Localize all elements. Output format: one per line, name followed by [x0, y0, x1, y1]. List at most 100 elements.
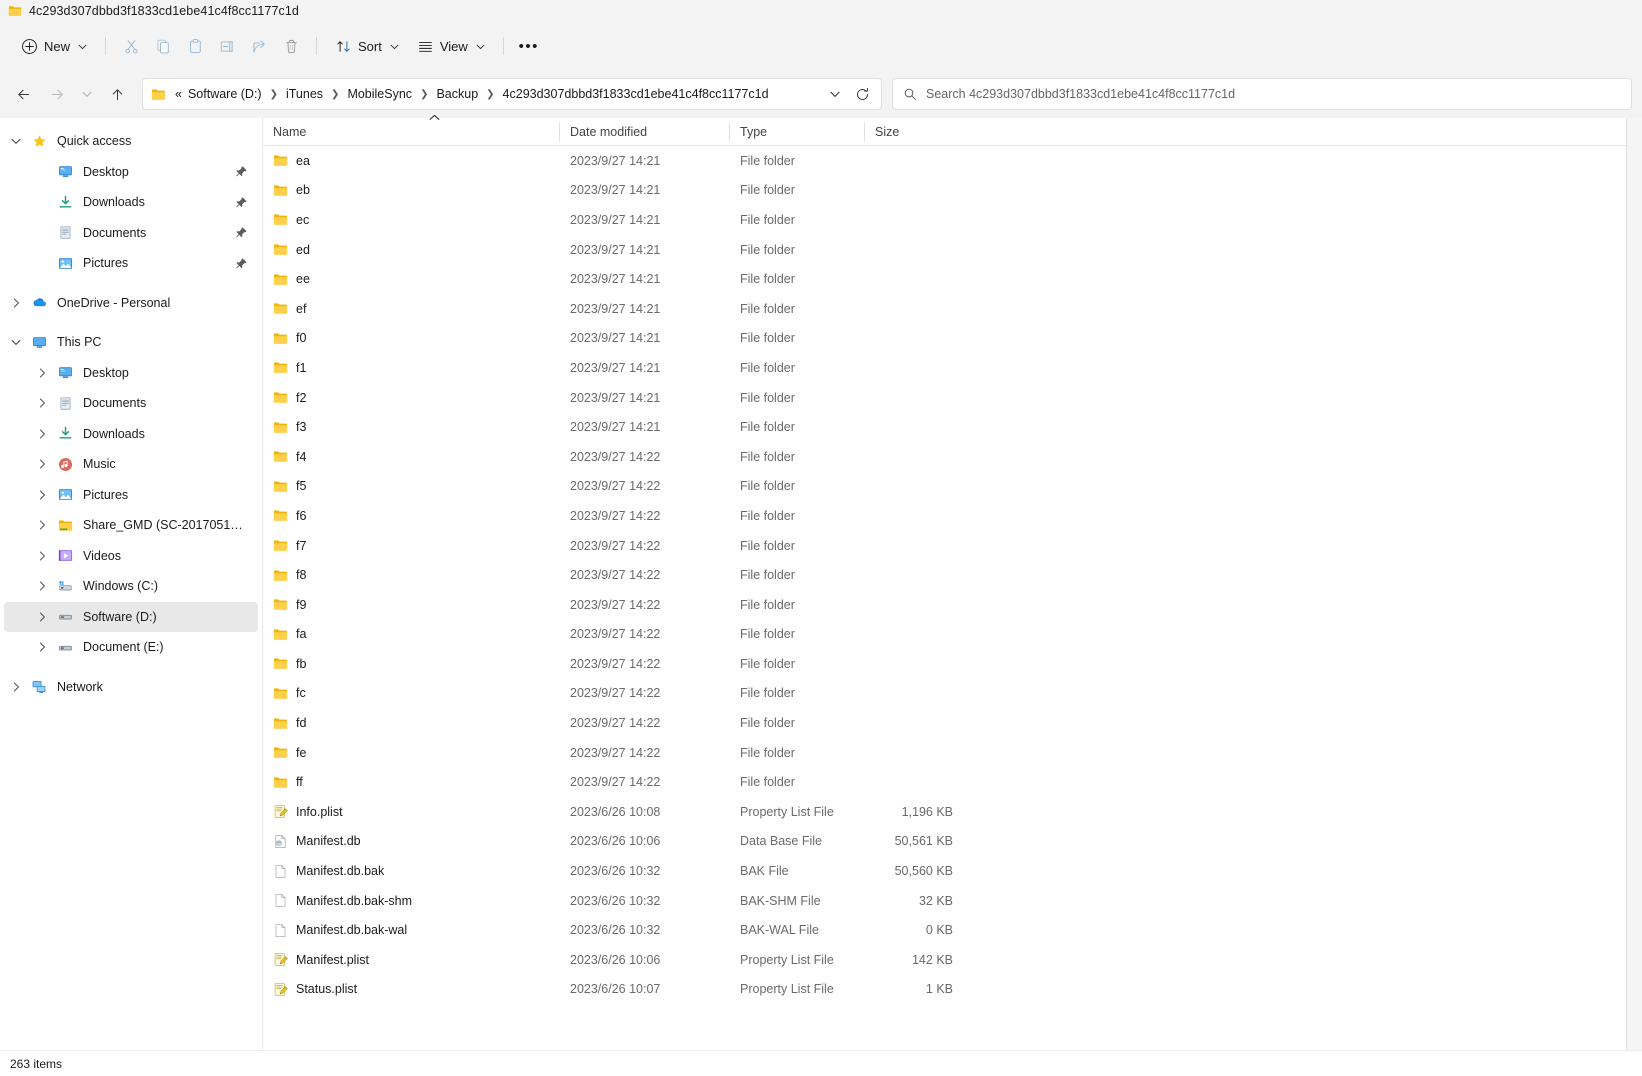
sidebar-item-downloads[interactable]: Downloads	[4, 419, 258, 450]
column-header-size[interactable]: Size	[865, 118, 965, 146]
back-button[interactable]	[6, 78, 40, 110]
chevron-down-icon[interactable]	[4, 138, 28, 145]
pin-icon[interactable]	[235, 165, 248, 178]
sidebar-item-software-d[interactable]: Software (D:)	[4, 601, 258, 632]
sidebar-item-pictures[interactable]: Pictures	[4, 480, 258, 511]
file-row[interactable]: fc 2023/9/27 14:22 File folder	[263, 679, 1642, 709]
address-bar[interactable]: « Software (D:) ❯ iTunes ❯ MobileSync ❯ …	[142, 78, 882, 110]
sidebar-item-documents[interactable]: Documents	[4, 218, 258, 249]
file-row[interactable]: Manifest.db.bak-shm 2023/6/26 10:32 BAK-SH…	[263, 886, 1642, 916]
file-row[interactable]: ff 2023/9/27 14:22 File folder	[263, 767, 1642, 797]
file-row[interactable]: Manifest.db 2023/6/26 10:06 Data Base File…	[263, 827, 1642, 857]
sidebar-item-documents[interactable]: Documents	[4, 388, 258, 419]
sidebar-item-music[interactable]: Music	[4, 449, 258, 480]
file-row[interactable]: Info.plist 2023/6/26 10:08 Property List F…	[263, 797, 1642, 827]
cut-button[interactable]	[115, 30, 147, 62]
sidebar-item-document-e[interactable]: Document (E:)	[4, 632, 258, 663]
breadcrumb-separator-icon[interactable]: ❯	[481, 89, 499, 100]
file-rows-container[interactable]: ea 2023/9/27 14:21 File folder eb 2023/9/27 …	[263, 146, 1642, 1050]
chevron-right-icon[interactable]	[30, 398, 54, 408]
file-row[interactable]: fb 2023/9/27 14:22 File folder	[263, 649, 1642, 679]
file-row[interactable]: f1 2023/9/27 14:21 File folder	[263, 353, 1642, 383]
file-row[interactable]: Manifest.db.bak 2023/6/26 10:32 BAK File 50…	[263, 856, 1642, 886]
sidebar-item-share-gmd-sc-201705161005[interactable]: Share_GMD (SC-201705161005)	[4, 510, 258, 541]
sidebar-item-videos[interactable]: Videos	[4, 541, 258, 572]
file-row[interactable]: f3 2023/9/27 14:21 File folder	[263, 412, 1642, 442]
column-header-type[interactable]: Type	[730, 118, 865, 146]
pin-icon[interactable]	[235, 196, 248, 209]
chevron-right-icon[interactable]	[4, 298, 28, 308]
file-row[interactable]: f4 2023/9/27 14:22 File folder	[263, 442, 1642, 472]
more-options-button[interactable]: •••	[513, 30, 545, 62]
file-row[interactable]: ef 2023/9/27 14:21 File folder	[263, 294, 1642, 324]
navigation-pane[interactable]: Quick access Desktop Downloads Documents Pic…	[0, 118, 262, 1050]
file-name-cell: fb	[263, 656, 560, 671]
breadcrumb-item-2[interactable]: MobileSync	[344, 85, 415, 103]
up-button[interactable]	[100, 78, 134, 110]
breadcrumb-separator-icon[interactable]: ❯	[265, 89, 283, 100]
chevron-right-icon[interactable]	[30, 551, 54, 561]
file-row[interactable]: ed 2023/9/27 14:21 File folder	[263, 235, 1642, 265]
chevron-right-icon[interactable]	[30, 459, 54, 469]
sidebar-item-downloads[interactable]: Downloads	[4, 187, 258, 218]
rename-button[interactable]	[211, 30, 243, 62]
breadcrumb-item-1[interactable]: iTunes	[283, 85, 326, 103]
share-button[interactable]	[243, 30, 275, 62]
file-row[interactable]: Manifest.db.bak-wal 2023/6/26 10:32 BAK-WA…	[263, 915, 1642, 945]
search-input[interactable]: Search 4c293d307dbbd3f1833cd1ebe41c4f8cc…	[892, 78, 1632, 110]
file-row[interactable]: fe 2023/9/27 14:22 File folder	[263, 738, 1642, 768]
recent-locations-button[interactable]	[74, 78, 100, 110]
chevron-right-icon[interactable]	[30, 520, 54, 530]
chevron-right-icon[interactable]	[30, 612, 54, 622]
file-row[interactable]: f0 2023/9/27 14:21 File folder	[263, 324, 1642, 354]
file-row[interactable]: f7 2023/9/27 14:22 File folder	[263, 531, 1642, 561]
forward-button[interactable]	[40, 78, 74, 110]
copy-button[interactable]	[147, 30, 179, 62]
sidebar-item-windows-c[interactable]: Windows (C:)	[4, 571, 258, 602]
sidebar-item-pictures[interactable]: Pictures	[4, 248, 258, 279]
breadcrumb-item-4[interactable]: 4c293d307dbbd3f1833cd1ebe41c4f8cc1177c1d	[500, 85, 772, 103]
refresh-button[interactable]	[847, 81, 877, 107]
sidebar-item-this-pc[interactable]: This PC	[4, 327, 258, 358]
chevron-right-icon[interactable]	[30, 368, 54, 378]
chevron-down-icon[interactable]	[4, 339, 28, 346]
chevron-right-icon[interactable]	[30, 642, 54, 652]
chevron-right-icon[interactable]	[30, 429, 54, 439]
breadcrumb-item-0[interactable]: Software (D:)	[185, 85, 265, 103]
file-row[interactable]: f6 2023/9/27 14:22 File folder	[263, 501, 1642, 531]
sidebar-item-onedrive-personal[interactable]: OneDrive - Personal	[4, 288, 258, 319]
breadcrumb-overflow[interactable]: «	[172, 85, 185, 103]
file-row[interactable]: f8 2023/9/27 14:22 File folder	[263, 560, 1642, 590]
pin-icon[interactable]	[235, 257, 248, 270]
pin-icon[interactable]	[235, 226, 248, 239]
file-row[interactable]: ec 2023/9/27 14:21 File folder	[263, 205, 1642, 235]
file-row[interactable]: fa 2023/9/27 14:22 File folder	[263, 620, 1642, 650]
file-row[interactable]: f5 2023/9/27 14:22 File folder	[263, 472, 1642, 502]
view-button[interactable]: View	[408, 30, 494, 62]
sidebar-item-network[interactable]: Network	[4, 672, 258, 703]
address-dropdown-button[interactable]	[823, 81, 847, 107]
chevron-right-icon[interactable]	[30, 490, 54, 500]
breadcrumb-separator-icon[interactable]: ❯	[326, 89, 344, 100]
file-row[interactable]: ee 2023/9/27 14:21 File folder	[263, 264, 1642, 294]
breadcrumb-item-3[interactable]: Backup	[433, 85, 481, 103]
sidebar-item-quick-access[interactable]: Quick access	[4, 126, 258, 157]
file-row[interactable]: Manifest.plist 2023/6/26 10:06 Property Li…	[263, 945, 1642, 975]
breadcrumb-separator-icon[interactable]: ❯	[415, 89, 433, 100]
sidebar-item-desktop[interactable]: Desktop	[4, 358, 258, 389]
file-row[interactable]: eb 2023/9/27 14:21 File folder	[263, 176, 1642, 206]
column-header-name[interactable]: Name	[263, 114, 560, 146]
paste-button[interactable]	[179, 30, 211, 62]
chevron-right-icon[interactable]	[4, 682, 28, 692]
new-button[interactable]: New	[12, 30, 96, 62]
file-row[interactable]: ea 2023/9/27 14:21 File folder	[263, 146, 1642, 176]
delete-button[interactable]	[275, 30, 307, 62]
sidebar-item-desktop[interactable]: Desktop	[4, 157, 258, 188]
file-row[interactable]: f2 2023/9/27 14:21 File folder	[263, 383, 1642, 413]
column-header-date-modified[interactable]: Date modified	[560, 118, 730, 146]
file-row[interactable]: Status.plist 2023/6/26 10:07 Property List…	[263, 975, 1642, 1005]
chevron-right-icon[interactable]	[30, 581, 54, 591]
file-row[interactable]: f9 2023/9/27 14:22 File folder	[263, 590, 1642, 620]
sort-button[interactable]: Sort	[326, 30, 408, 62]
file-row[interactable]: fd 2023/9/27 14:22 File folder	[263, 708, 1642, 738]
